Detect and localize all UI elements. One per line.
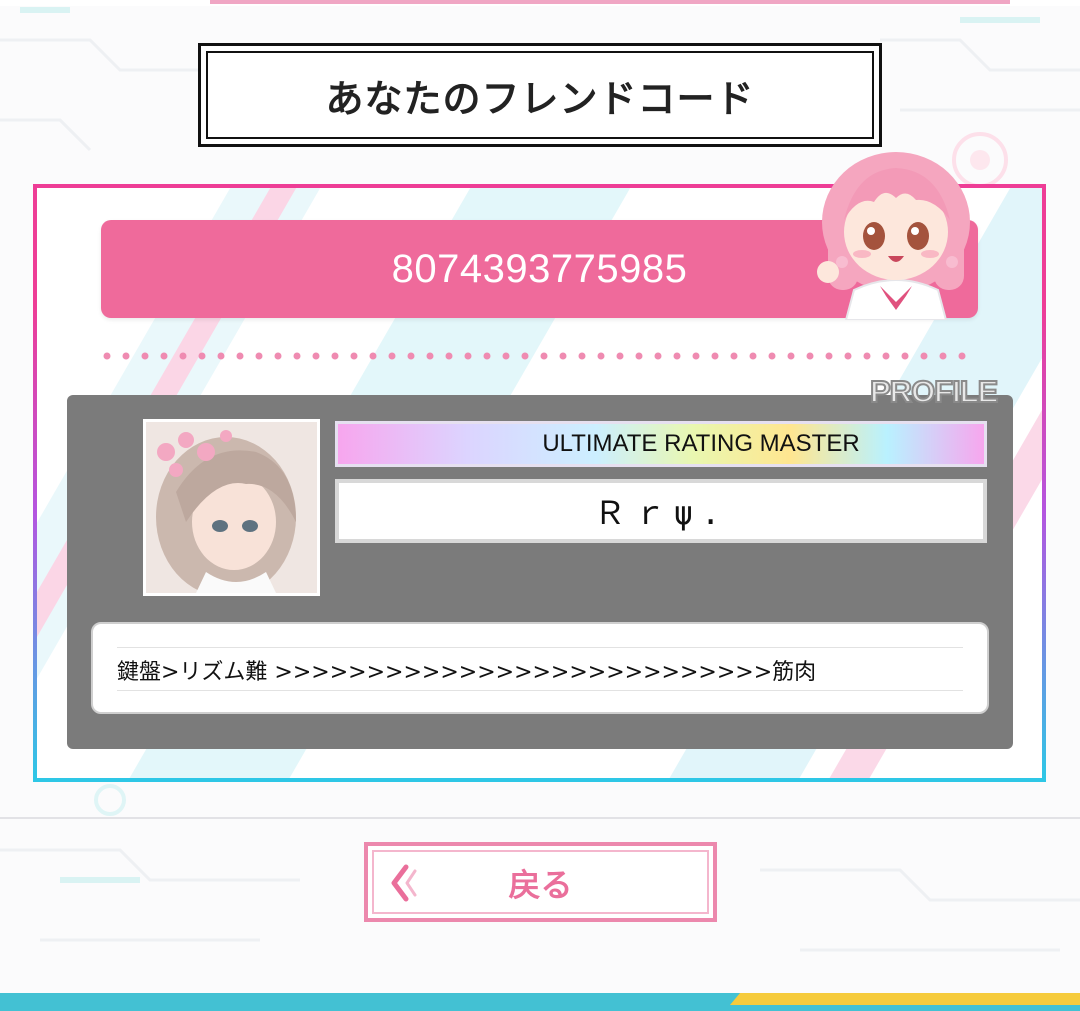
- dotted-divider: [103, 352, 966, 360]
- friend-code-value[interactable]: 8074393775985: [392, 247, 688, 292]
- page-title: あなたのフレンドコード: [325, 76, 755, 121]
- player-avatar[interactable]: [143, 419, 320, 596]
- rating-title-text: ULTIMATE RATING MASTER: [542, 430, 860, 457]
- title-box: あなたのフレンドコード: [198, 43, 882, 147]
- player-name: Ｒｒψ.: [593, 494, 729, 532]
- back-button-label: 戻る: [508, 866, 573, 904]
- rating-title-badge: ULTIMATE RATING MASTER: [335, 421, 987, 467]
- bottom-bar-accent: [745, 993, 1080, 1005]
- title-frame: あなたのフレンドコード: [206, 51, 874, 139]
- profile-label: PROFILE: [869, 373, 999, 410]
- top-strip: [0, 0, 1080, 6]
- mascot-character: [817, 152, 970, 320]
- comment-text: 鍵盤>リズム難 >>>>>>>>>>>>>>>>>>>>>>>>>>>筋肉: [117, 660, 817, 685]
- avatar-image: [146, 422, 317, 593]
- footer-divider: [0, 817, 1080, 819]
- back-button[interactable]: 戻る: [364, 842, 717, 922]
- player-name-box: Ｒｒψ.: [335, 479, 987, 543]
- top-strip-accent: [210, 0, 1010, 4]
- comment-rule-bottom: [117, 690, 963, 691]
- comment-rule-top: [117, 647, 963, 648]
- comment-box: 鍵盤>リズム難 >>>>>>>>>>>>>>>>>>>>>>>>>>>筋肉: [91, 622, 989, 714]
